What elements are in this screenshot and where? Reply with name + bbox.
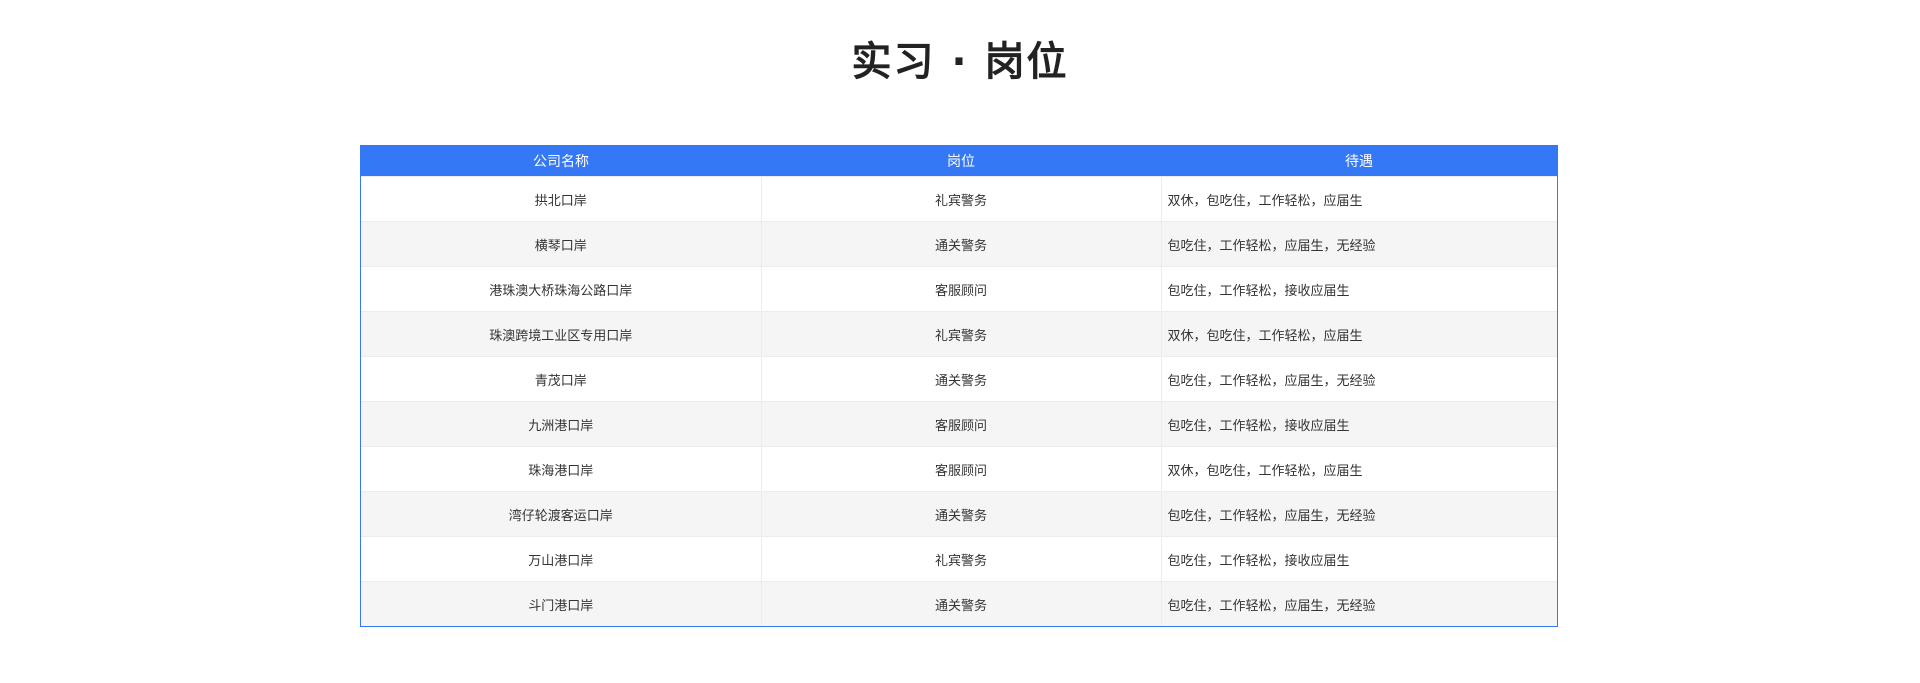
cell-position: 礼宾警务 (761, 536, 1162, 582)
cell-company: 万山港口岸 (361, 536, 762, 582)
cell-company: 港珠澳大桥珠海公路口岸 (361, 266, 762, 312)
cell-position: 客服顾问 (761, 401, 1162, 447)
cell-company: 珠海港口岸 (361, 446, 762, 492)
table-header: 公司名称 岗位 待遇 (361, 146, 1557, 177)
header-row: 公司名称 岗位 待遇 (361, 146, 1557, 177)
header-benefits: 待遇 (1161, 146, 1557, 177)
cell-company: 横琴口岸 (361, 221, 762, 267)
cell-position: 通关警务 (761, 356, 1162, 402)
positions-table: 公司名称 岗位 待遇 拱北口岸 礼宾警务 双休，包吃住，工作轻松，应届生 横琴口… (361, 146, 1557, 626)
cell-benefits: 包吃住，工作轻松，应届生，无经验 (1161, 491, 1557, 537)
cell-company: 湾仔轮渡客运口岸 (361, 491, 762, 537)
cell-company: 拱北口岸 (361, 176, 762, 222)
cell-position: 客服顾问 (761, 446, 1162, 492)
cell-benefits: 包吃住，工作轻松，接收应届生 (1161, 401, 1557, 447)
cell-position: 礼宾警务 (761, 176, 1162, 222)
cell-benefits: 包吃住，工作轻松，接收应届生 (1161, 536, 1557, 582)
cell-company: 斗门港口岸 (361, 581, 762, 626)
table-row: 横琴口岸 通关警务 包吃住，工作轻松，应届生，无经验 (361, 221, 1557, 267)
cell-benefits: 包吃住，工作轻松，应届生，无经验 (1161, 581, 1557, 626)
cell-company: 九洲港口岸 (361, 401, 762, 447)
table-row: 湾仔轮渡客运口岸 通关警务 包吃住，工作轻松，应届生，无经验 (361, 491, 1557, 537)
table-row: 斗门港口岸 通关警务 包吃住，工作轻松，应届生，无经验 (361, 581, 1557, 626)
header-company: 公司名称 (361, 146, 761, 177)
cell-company: 青茂口岸 (361, 356, 762, 402)
cell-position: 礼宾警务 (761, 311, 1162, 357)
table-body: 拱北口岸 礼宾警务 双休，包吃住，工作轻松，应届生 横琴口岸 通关警务 包吃住，… (361, 176, 1557, 626)
cell-position: 客服顾问 (761, 266, 1162, 312)
page-title: 实习 · 岗位 (851, 39, 1069, 85)
header-position: 岗位 (761, 146, 1161, 177)
table-row: 港珠澳大桥珠海公路口岸 客服顾问 包吃住，工作轻松，接收应届生 (361, 266, 1557, 312)
cell-benefits: 包吃住，工作轻松，接收应届生 (1161, 266, 1557, 312)
cell-benefits: 包吃住，工作轻松，应届生，无经验 (1161, 356, 1557, 402)
cell-benefits: 双休，包吃住，工作轻松，应届生 (1161, 311, 1557, 357)
cell-benefits: 双休，包吃住，工作轻松，应届生 (1161, 446, 1557, 492)
table-row: 拱北口岸 礼宾警务 双休，包吃住，工作轻松，应届生 (361, 176, 1557, 222)
cell-benefits: 包吃住，工作轻松，应届生，无经验 (1161, 221, 1557, 267)
cell-company: 珠澳跨境工业区专用口岸 (361, 311, 762, 357)
cell-position: 通关警务 (761, 491, 1162, 537)
cell-position: 通关警务 (761, 581, 1162, 626)
table-row: 九洲港口岸 客服顾问 包吃住，工作轻松，接收应届生 (361, 401, 1557, 447)
table-row: 珠澳跨境工业区专用口岸 礼宾警务 双休，包吃住，工作轻松，应届生 (361, 311, 1557, 357)
table-row: 珠海港口岸 客服顾问 双休，包吃住，工作轻松，应届生 (361, 446, 1557, 492)
table-row: 万山港口岸 礼宾警务 包吃住，工作轻松，接收应届生 (361, 536, 1557, 582)
table-row: 青茂口岸 通关警务 包吃住，工作轻松，应届生，无经验 (361, 356, 1557, 402)
cell-position: 通关警务 (761, 221, 1162, 267)
cell-benefits: 双休，包吃住，工作轻松，应届生 (1161, 176, 1557, 222)
internship-table: 公司名称 岗位 待遇 拱北口岸 礼宾警务 双休，包吃住，工作轻松，应届生 横琴口… (360, 145, 1558, 627)
